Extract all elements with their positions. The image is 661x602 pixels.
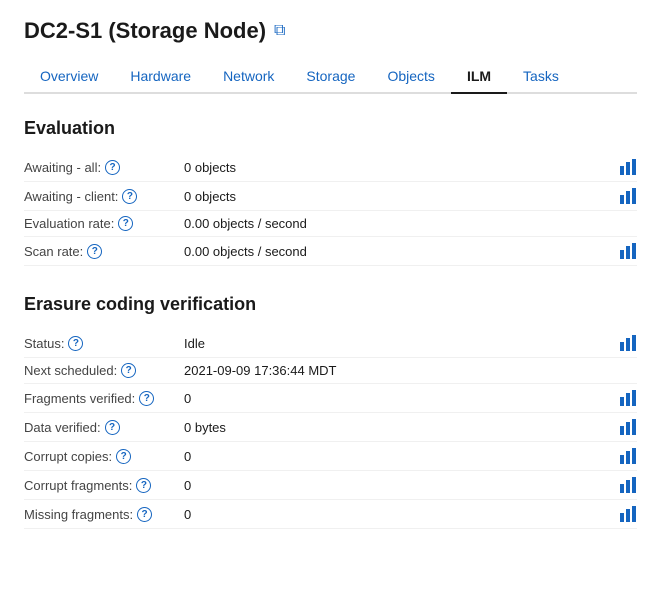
corrupt-copies-help-icon[interactable]: ?	[116, 449, 131, 464]
table-row: Data verified: ? 0 bytes	[24, 413, 637, 442]
next-scheduled-value: 2021-09-09 17:36:44 MDT	[184, 363, 637, 378]
scan-rate-value: 0.00 objects / second	[184, 244, 619, 259]
tab-hardware[interactable]: Hardware	[114, 60, 207, 94]
table-row: Next scheduled: ? 2021-09-09 17:36:44 MD…	[24, 358, 637, 384]
table-row: Evaluation rate: ? 0.00 objects / second	[24, 211, 637, 237]
erasure-coding-title: Erasure coding verification	[24, 294, 637, 315]
evaluation-rate-label: Evaluation rate: ?	[24, 216, 184, 231]
corrupt-fragments-chart-icon[interactable]	[619, 476, 637, 494]
status-label: Status: ?	[24, 336, 184, 351]
data-verified-label: Data verified: ?	[24, 420, 184, 435]
page-wrapper: DC2-S1 (Storage Node) ⧉ Overview Hardwar…	[0, 0, 661, 581]
table-row: Missing fragments: ? 0	[24, 500, 637, 529]
scan-rate-help-icon[interactable]: ?	[87, 244, 102, 259]
table-row: Fragments verified: ? 0	[24, 384, 637, 413]
evaluation-section: Evaluation Awaiting - all: ? 0 objects A…	[24, 118, 637, 266]
fragments-verified-help-icon[interactable]: ?	[139, 391, 154, 406]
next-scheduled-help-icon[interactable]: ?	[121, 363, 136, 378]
erasure-coding-section: Erasure coding verification Status: ? Id…	[24, 294, 637, 529]
page-title: DC2-S1 (Storage Node)	[24, 18, 266, 44]
awaiting-all-help-icon[interactable]: ?	[105, 160, 120, 175]
awaiting-all-chart-icon[interactable]	[619, 158, 637, 176]
corrupt-fragments-value: 0	[184, 478, 619, 493]
tab-ilm[interactable]: ILM	[451, 60, 507, 94]
awaiting-client-value: 0 objects	[184, 189, 619, 204]
data-verified-chart-icon[interactable]	[619, 418, 637, 436]
fragments-verified-value: 0	[184, 391, 619, 406]
data-verified-help-icon[interactable]: ?	[105, 420, 120, 435]
table-row: Awaiting - client: ? 0 objects	[24, 182, 637, 211]
awaiting-client-chart-icon[interactable]	[619, 187, 637, 205]
corrupt-copies-label: Corrupt copies: ?	[24, 449, 184, 464]
awaiting-client-help-icon[interactable]: ?	[122, 189, 137, 204]
status-chart-icon[interactable]	[619, 334, 637, 352]
next-scheduled-label: Next scheduled: ?	[24, 363, 184, 378]
corrupt-copies-chart-icon[interactable]	[619, 447, 637, 465]
evaluation-rate-help-icon[interactable]: ?	[118, 216, 133, 231]
scan-rate-label: Scan rate: ?	[24, 244, 184, 259]
evaluation-title: Evaluation	[24, 118, 637, 139]
fragments-verified-chart-icon[interactable]	[619, 389, 637, 407]
table-row: Scan rate: ? 0.00 objects / second	[24, 237, 637, 266]
table-row: Corrupt copies: ? 0	[24, 442, 637, 471]
corrupt-fragments-label: Corrupt fragments: ?	[24, 478, 184, 493]
scan-rate-chart-icon[interactable]	[619, 242, 637, 260]
data-verified-value: 0 bytes	[184, 420, 619, 435]
awaiting-client-label: Awaiting - client: ?	[24, 189, 184, 204]
awaiting-all-value: 0 objects	[184, 160, 619, 175]
status-value: Idle	[184, 336, 619, 351]
tab-storage[interactable]: Storage	[290, 60, 371, 94]
table-row: Awaiting - all: ? 0 objects	[24, 153, 637, 182]
status-help-icon[interactable]: ?	[68, 336, 83, 351]
missing-fragments-chart-icon[interactable]	[619, 505, 637, 523]
tab-tasks[interactable]: Tasks	[507, 60, 575, 94]
corrupt-copies-value: 0	[184, 449, 619, 464]
tabs-bar: Overview Hardware Network Storage Object…	[24, 60, 637, 94]
evaluation-rate-value: 0.00 objects / second	[184, 216, 637, 231]
corrupt-fragments-help-icon[interactable]: ?	[136, 478, 151, 493]
tab-objects[interactable]: Objects	[371, 60, 450, 94]
fragments-verified-label: Fragments verified: ?	[24, 391, 184, 406]
missing-fragments-help-icon[interactable]: ?	[137, 507, 152, 522]
awaiting-all-label: Awaiting - all: ?	[24, 160, 184, 175]
external-link-icon[interactable]: ⧉	[274, 22, 285, 40]
table-row: Corrupt fragments: ? 0	[24, 471, 637, 500]
tab-network[interactable]: Network	[207, 60, 290, 94]
table-row: Status: ? Idle	[24, 329, 637, 358]
tab-overview[interactable]: Overview	[24, 60, 114, 94]
missing-fragments-value: 0	[184, 507, 619, 522]
page-header: DC2-S1 (Storage Node) ⧉	[24, 18, 637, 44]
missing-fragments-label: Missing fragments: ?	[24, 507, 184, 522]
